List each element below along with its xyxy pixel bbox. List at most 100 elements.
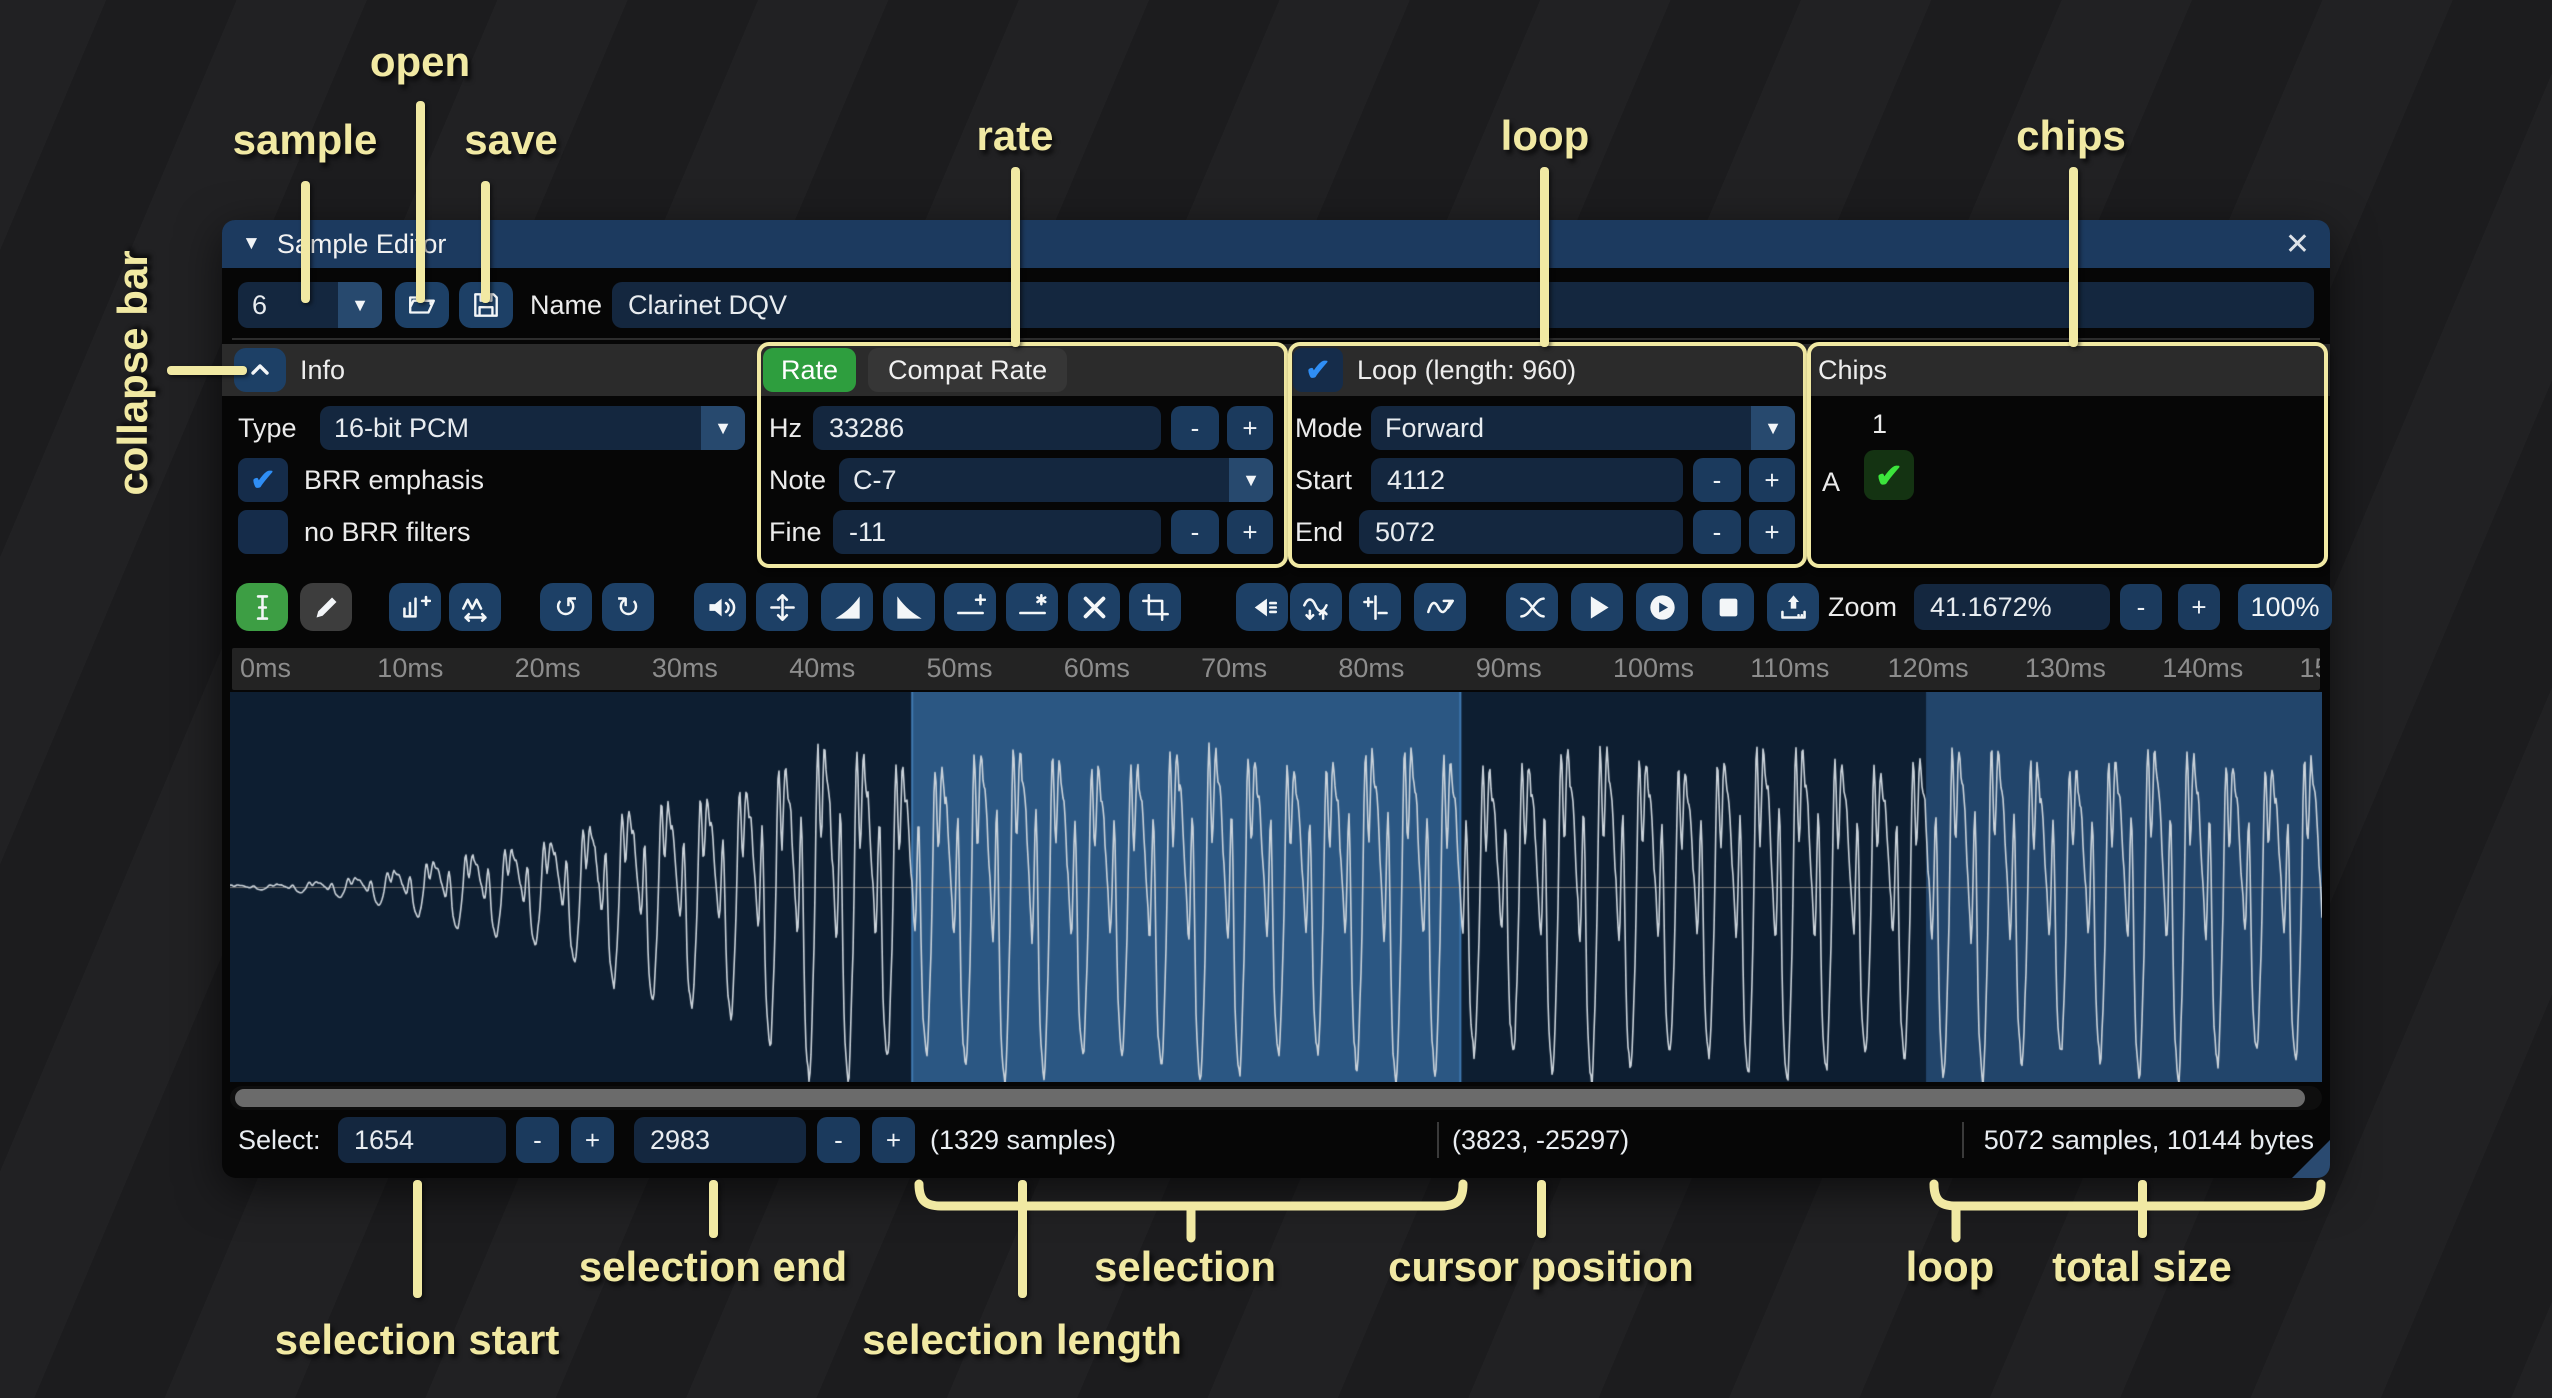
annotation-total-size: total size bbox=[2052, 1243, 2232, 1291]
ruler-tick: 70ms bbox=[1201, 653, 1267, 684]
ruler-tick: 20ms bbox=[515, 653, 581, 684]
preview-loop-button[interactable] bbox=[1636, 583, 1688, 631]
collapse-bar-button[interactable] bbox=[234, 348, 286, 392]
zoom-minus-button[interactable]: - bbox=[2120, 584, 2162, 630]
selection-end-minus-button[interactable]: - bbox=[817, 1117, 860, 1163]
loop-end-input[interactable]: 5072 bbox=[1359, 510, 1683, 554]
chevron-down-icon: ▼ bbox=[1751, 406, 1795, 450]
wave-plus-icon bbox=[400, 592, 431, 623]
chips-panel: Chips 1 A ✔ bbox=[1806, 344, 2330, 565]
zoom-plus-button[interactable]: + bbox=[2178, 584, 2220, 630]
load-to-chip-button[interactable] bbox=[1767, 583, 1819, 631]
hz-minus-button[interactable]: - bbox=[1171, 406, 1219, 450]
resize-button[interactable] bbox=[389, 583, 441, 631]
divider bbox=[1437, 1122, 1439, 1158]
resize-grip[interactable] bbox=[2286, 1134, 2330, 1178]
edit-cursor-button[interactable] bbox=[236, 583, 288, 631]
loop-mode-dropdown[interactable]: Forward ▼ bbox=[1371, 406, 1795, 450]
name-input[interactable]: Clarinet DQV bbox=[612, 282, 2314, 328]
no-brr-filters-checkbox[interactable] bbox=[238, 510, 288, 554]
fine-label: Fine bbox=[769, 510, 822, 554]
insert-silence-button[interactable] bbox=[944, 583, 996, 631]
selection-start-minus-button[interactable]: - bbox=[516, 1117, 559, 1163]
apply-silence-button[interactable] bbox=[1006, 583, 1058, 631]
amplify-button[interactable] bbox=[694, 583, 746, 631]
zoom-input[interactable]: 41.1672% bbox=[1914, 584, 2110, 630]
loop-end-plus-button[interactable]: + bbox=[1749, 510, 1795, 554]
reverse-button[interactable] bbox=[1236, 583, 1288, 631]
type-dropdown[interactable]: 16-bit PCM ▼ bbox=[320, 406, 745, 450]
zoom-reset-button[interactable]: 100% bbox=[2238, 584, 2332, 630]
note-value: C-7 bbox=[839, 458, 1229, 502]
selection-start-input[interactable]: 1654 bbox=[338, 1117, 506, 1163]
waveform-canvas[interactable] bbox=[230, 692, 2322, 1082]
chip-column-header: 1 bbox=[1872, 402, 1887, 446]
fine-input[interactable]: -11 bbox=[833, 510, 1161, 554]
note-dropdown[interactable]: C-7 ▼ bbox=[839, 458, 1273, 502]
chips-header-label: Chips bbox=[1818, 355, 1887, 386]
annotation-chips: chips bbox=[2016, 112, 2126, 160]
loop-end-minus-button[interactable]: - bbox=[1693, 510, 1741, 554]
undo-button[interactable]: ↺ bbox=[540, 583, 592, 631]
cursor-position-text: (3823, -25297) bbox=[1452, 1117, 1629, 1163]
tab-compat-rate[interactable]: Compat Rate bbox=[868, 348, 1067, 392]
info-header-label: Info bbox=[300, 355, 345, 386]
draw-mode-button[interactable] bbox=[300, 583, 352, 631]
delete-button[interactable] bbox=[1068, 583, 1120, 631]
hz-plus-button[interactable]: + bbox=[1227, 406, 1273, 450]
ruler-tick: 130ms bbox=[2025, 653, 2106, 684]
invert-button[interactable] bbox=[1290, 583, 1342, 631]
rate-panel: Rate Compat Rate Hz 33286 - + Note C-7 ▼… bbox=[757, 344, 1287, 565]
save-sample-button[interactable] bbox=[459, 282, 513, 328]
crossfade-button[interactable] bbox=[1506, 583, 1558, 631]
trim-button[interactable] bbox=[1129, 583, 1181, 631]
signedness-button[interactable] bbox=[1349, 583, 1401, 631]
close-icon[interactable]: ✕ bbox=[2285, 227, 2310, 262]
speaker-icon bbox=[705, 592, 736, 623]
fine-minus-button[interactable]: - bbox=[1171, 510, 1219, 554]
loop-header-label: Loop (length: 960) bbox=[1357, 355, 1576, 386]
filter-button[interactable] bbox=[1414, 583, 1466, 631]
annotation-loop: loop bbox=[1501, 112, 1590, 160]
ruler-tick: 150ms bbox=[2300, 653, 2321, 684]
x-icon bbox=[1079, 592, 1110, 623]
fade-in-button[interactable] bbox=[821, 583, 873, 631]
name-label: Name bbox=[530, 282, 602, 328]
preview-button[interactable] bbox=[1571, 583, 1623, 631]
scrollbar-thumb[interactable] bbox=[235, 1089, 2305, 1107]
waveform-view[interactable] bbox=[230, 692, 2322, 1082]
play-icon bbox=[1582, 592, 1613, 623]
loop-start-plus-button[interactable]: + bbox=[1749, 458, 1795, 502]
annotation-sample: sample bbox=[233, 116, 378, 164]
brr-emphasis-checkbox[interactable]: ✔ bbox=[238, 458, 288, 502]
window-collapse-icon[interactable]: ▼ bbox=[242, 233, 261, 255]
selection-end-input[interactable]: 2983 bbox=[634, 1117, 806, 1163]
loop-enable-checkbox[interactable]: ✔ bbox=[1293, 348, 1343, 392]
selection-end-plus-button[interactable]: + bbox=[872, 1117, 915, 1163]
sample-number-dropdown[interactable]: 6 ▼ bbox=[238, 282, 382, 328]
redo-button[interactable]: ↻ bbox=[602, 583, 654, 631]
loop-start-input[interactable]: 4112 bbox=[1371, 458, 1683, 502]
callout-line bbox=[1537, 1180, 1546, 1238]
open-sample-button[interactable] bbox=[395, 282, 449, 328]
ruler-tick: 10ms bbox=[377, 653, 443, 684]
loop-bracket bbox=[1929, 1180, 2326, 1244]
chip-a1-checkbox[interactable]: ✔ bbox=[1864, 450, 1914, 500]
loop-start-minus-button[interactable]: - bbox=[1693, 458, 1741, 502]
ibeam-cursor-icon bbox=[247, 592, 278, 623]
ruler-tick: 50ms bbox=[927, 653, 993, 684]
selection-bracket bbox=[914, 1180, 1468, 1244]
check-icon: ✔ bbox=[1305, 353, 1330, 388]
fine-plus-button[interactable]: + bbox=[1227, 510, 1273, 554]
stop-preview-button[interactable] bbox=[1702, 583, 1754, 631]
resample-button[interactable] bbox=[449, 583, 501, 631]
waveform-scrollbar[interactable] bbox=[230, 1086, 2322, 1110]
hz-input[interactable]: 33286 bbox=[813, 406, 1161, 450]
selection-start-plus-button[interactable]: + bbox=[571, 1117, 614, 1163]
tab-rate[interactable]: Rate bbox=[763, 348, 856, 392]
normalize-button[interactable] bbox=[756, 583, 808, 631]
fade-out-button[interactable] bbox=[883, 583, 935, 631]
note-label: Note bbox=[769, 458, 826, 502]
ruler-tick: 100ms bbox=[1613, 653, 1694, 684]
ruler-tick: 30ms bbox=[652, 653, 718, 684]
